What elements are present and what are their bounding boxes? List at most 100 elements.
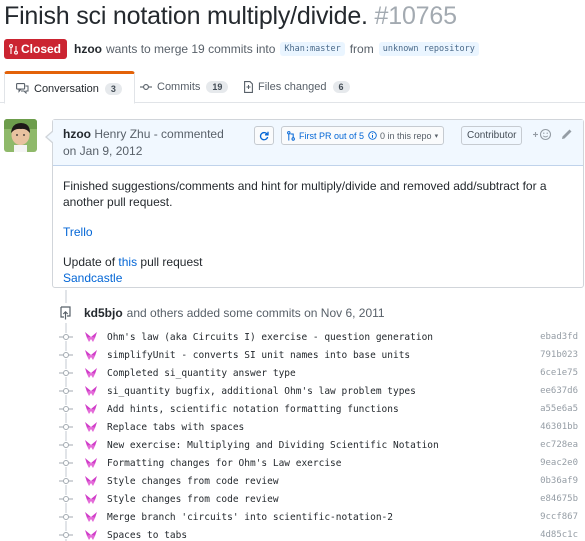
smiley-plus-icon [533,128,552,141]
commit-message-link[interactable]: simplifyUnit - converts SI unit names in… [107,350,410,361]
commit-row: Add hints, scientific notation formattin… [56,400,584,418]
tab-counter: 3 [104,82,122,95]
commit-sha-link[interactable]: 4d85c1c [540,530,578,540]
comment-header: hzoo Henry Zhu - commented on Jan 9, 201… [47,120,583,166]
commit-author-avatar[interactable] [84,528,98,541]
commit-author-avatar[interactable] [84,420,98,434]
chevron-down-icon: ▾ [434,132,439,140]
commit-sha-link[interactable]: a55e6a5 [540,404,578,414]
git-commit-icon [57,477,75,485]
commit-author-avatar[interactable] [84,438,98,452]
refresh-button[interactable] [254,126,274,145]
info-icon [368,131,377,140]
commit-author-avatar[interactable] [84,510,98,524]
update-line: Update of this pull request [63,254,573,270]
state-badge: Closed [4,39,68,59]
sandcastle-link[interactable]: Sandcastle [63,271,122,285]
git-commit-icon [57,531,75,539]
tab-counter: 6 [332,81,350,93]
update-prefix: Update of [63,255,116,269]
tab-commits[interactable]: Commits 19 [140,71,229,103]
commit-sha-link[interactable]: e84675b [540,494,578,504]
git-commit-icon [57,423,75,431]
git-commit-icon [57,495,75,503]
pull-request-icon [287,130,295,141]
commit-author-avatar[interactable] [84,330,98,344]
commit-author-avatar[interactable] [84,348,98,362]
commit-sha-link[interactable]: 46301bb [540,422,578,432]
comment-discussion-icon [16,83,29,94]
state-label: Closed [21,42,62,56]
comment-body: Finished suggestions/comments and hint f… [53,166,583,286]
tab-counter: 19 [206,81,229,93]
edit-comment-button[interactable] [561,128,573,143]
commit-message-link[interactable]: Formatting changes for Ohm's Law exercis… [107,458,342,469]
commit-row: Spaces to tabs 4d85c1c [56,526,584,541]
from-text: from [349,42,374,56]
commit-sha-link[interactable]: ee637d6 [540,386,578,396]
commit-message-link[interactable]: Replace tabs with spaces [107,422,244,433]
commit-row: Formatting changes for Ohm's Law exercis… [56,454,584,472]
commit-row: Merge branch 'circuits' into scientific-… [56,508,584,526]
push-actor[interactable]: kd5bjo [84,306,123,320]
commit-author-avatar[interactable] [84,402,98,416]
tab-conversation[interactable]: Conversation 3 [4,71,135,104]
this-pull-request-link[interactable]: this [118,255,137,269]
tab-label: Conversation [34,82,99,95]
first-pr-text: First PR out of 5 [299,130,365,141]
commit-message-link[interactable]: New exercise: Multiplying and Dividing S… [107,440,439,451]
trello-link[interactable]: Trello [63,225,93,239]
git-commit-icon [57,441,75,449]
head-branch: unknown repository [378,42,479,56]
commit-sha-link[interactable]: 6ce1e75 [540,368,578,378]
commit-sha-link[interactable]: ebad3fd [540,332,578,342]
commit-sha-link[interactable]: 0b36af9 [540,476,578,486]
commit-message-link[interactable]: si_quantity bugfix, additional Ohm's law… [107,386,416,397]
commit-message-link[interactable]: Merge branch 'circuits' into scientific-… [107,512,393,523]
commit-message-link[interactable]: Spaces to tabs [107,530,187,541]
commit-row: Style changes from code review e84675b [56,490,584,508]
comment-box: hzoo Henry Zhu - commented on Jan 9, 201… [45,119,584,288]
repo-push-icon [56,303,76,323]
commit-sha-link[interactable]: 9ccf867 [540,512,578,522]
file-diff-icon [244,81,253,93]
comment-author-line: hzoo Henry Zhu - commented [63,127,224,141]
commit-row: Completed si_quantity answer type 6ce1e7… [56,364,584,382]
base-branch[interactable]: Khan:master [280,42,345,56]
merge-text: wants to merge 19 commits into [106,42,276,56]
tab-label: Commits [157,81,201,93]
commit-author-avatar[interactable] [84,366,98,380]
commit-sha-link[interactable]: 9eac2e0 [540,458,578,468]
pr-author-link[interactable]: hzoo [74,42,102,56]
commit-sha-link[interactable]: 791b023 [540,350,578,360]
update-suffix: pull request [140,255,203,269]
commit-author-avatar[interactable] [84,492,98,506]
commit-row: Ohm's law (aka Circuits I) exercise - qu… [56,328,584,346]
git-commit-icon [57,333,75,341]
tab-files-changed[interactable]: Files changed 6 [244,71,350,103]
comment-fullname: Henry Zhu [94,127,151,141]
avatar[interactable] [4,119,37,152]
commit-author-avatar[interactable] [84,456,98,470]
comment-username[interactable]: hzoo [63,127,91,141]
commit-message-link[interactable]: Ohm's law (aka Circuits I) exercise - qu… [107,332,433,343]
commit-author-avatar[interactable] [84,474,98,488]
repo-prs-text: 0 in this repo [380,130,432,141]
comment-date[interactable]: on Jan 9, 2012 [63,144,142,158]
add-reaction-button[interactable] [531,128,553,144]
git-commit-icon [57,459,75,467]
commit-row: Replace tabs with spaces 46301bb [56,418,584,436]
contributor-badge: Contributor [461,126,523,145]
comment-text: Finished suggestions/comments and hint f… [63,179,547,209]
pr-stats-dropdown[interactable]: First PR out of 5 0 in this repo ▾ [281,126,445,145]
commit-row: Style changes from code review 0b36af9 [56,472,584,490]
git-commit-icon [57,405,75,413]
commit-author-avatar[interactable] [84,384,98,398]
git-commit-icon [57,369,75,377]
commit-message-link[interactable]: Style changes from code review [107,494,279,505]
commit-message-link[interactable]: Completed si_quantity answer type [107,368,296,379]
commit-message-link[interactable]: Add hints, scientific notation formattin… [107,404,399,415]
commit-sha-link[interactable]: ec728ea [540,440,578,450]
pr-tabs: Conversation 3 Commits 19 Files changed … [0,71,585,104]
commit-message-link[interactable]: Style changes from code review [107,476,279,487]
